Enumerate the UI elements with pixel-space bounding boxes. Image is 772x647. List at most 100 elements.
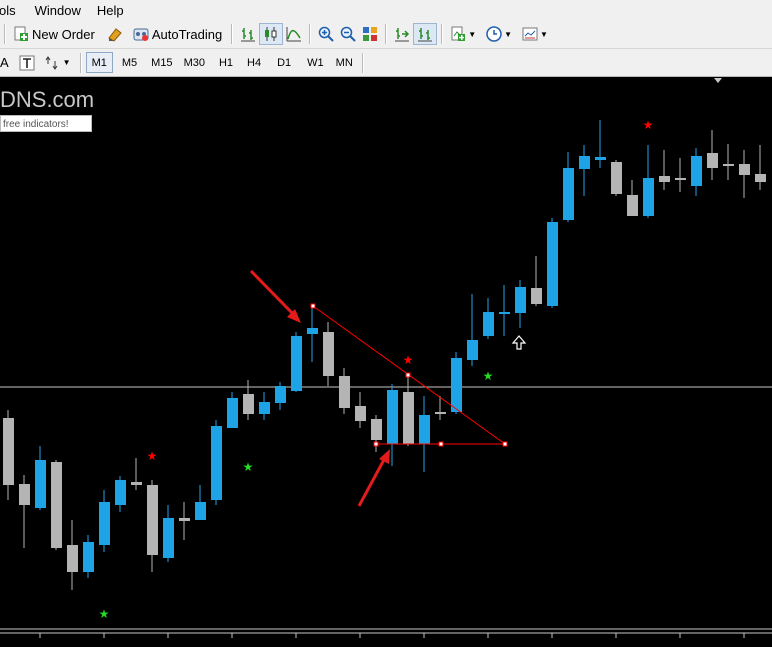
indicators-button[interactable]: ▼ bbox=[447, 23, 479, 45]
tile-windows-button[interactable] bbox=[359, 23, 381, 45]
zoom-out-icon bbox=[340, 26, 356, 42]
line-studies-toolbar: A ▼ M1 M5 M15 M30 H1 H4 D1 W1 MN bbox=[0, 49, 772, 77]
templates-button[interactable]: ▼ bbox=[519, 23, 551, 45]
bull-candle bbox=[483, 312, 494, 336]
bear-candle bbox=[707, 153, 718, 168]
chart-shift-marker[interactable] bbox=[714, 78, 722, 83]
chevron-down-icon: ▼ bbox=[468, 29, 477, 39]
bull-candle bbox=[595, 157, 606, 160]
timeframe-mn[interactable]: MN bbox=[331, 52, 358, 73]
bear-candle bbox=[659, 176, 670, 182]
toolbar-separator bbox=[4, 24, 6, 44]
toolbar-separator bbox=[79, 52, 82, 73]
timeframe-w1[interactable]: W1 bbox=[302, 52, 329, 73]
chevron-down-icon: ▼ bbox=[504, 29, 513, 39]
bull-candle bbox=[291, 336, 302, 391]
menu-tools[interactable]: ols bbox=[0, 3, 27, 18]
main-toolbar: New Order AutoTrading ▼ ▼ ▼ bbox=[0, 20, 772, 49]
bull-candle bbox=[115, 480, 126, 505]
red-star-icon: ★ bbox=[643, 118, 654, 132]
bar-chart-icon bbox=[240, 26, 256, 42]
bull-candle bbox=[99, 502, 110, 545]
menu-window[interactable]: Window bbox=[35, 3, 92, 18]
timeframe-h1[interactable]: H1 bbox=[214, 52, 238, 73]
toolbar-separator bbox=[441, 24, 444, 44]
chevron-down-icon: ▼ bbox=[540, 29, 548, 39]
text-tool-icon bbox=[19, 55, 35, 71]
bear-candle bbox=[739, 164, 750, 175]
autotrading-button[interactable]: AutoTrading bbox=[130, 23, 225, 45]
new-order-button[interactable]: New Order bbox=[10, 23, 98, 45]
bar-chart-button[interactable] bbox=[237, 23, 259, 45]
auto-scroll-icon bbox=[417, 26, 433, 42]
time-axis-ticks bbox=[39, 633, 745, 638]
timeframe-m15[interactable]: M15 bbox=[146, 52, 177, 73]
bull-candle bbox=[547, 222, 558, 306]
arrows-tool-button[interactable]: ▼ bbox=[42, 52, 74, 74]
toolbar-separator bbox=[309, 24, 312, 44]
bear-candle bbox=[723, 164, 734, 166]
arrows-icon bbox=[45, 55, 61, 71]
timeframe-m5[interactable]: M5 bbox=[117, 52, 142, 73]
timeframe-h4[interactable]: H4 bbox=[242, 52, 266, 73]
chart-window[interactable]: ★ ★ ★ ★ ★ ★ DNS.com free indicators! bbox=[0, 77, 772, 647]
template-icon bbox=[522, 26, 538, 42]
metaeditor-button[interactable] bbox=[104, 23, 126, 45]
candlestick-icon bbox=[263, 26, 279, 42]
zoom-in-button[interactable] bbox=[315, 23, 337, 45]
bull-candle bbox=[691, 156, 702, 186]
text-tool-button[interactable] bbox=[16, 52, 38, 74]
menu-help[interactable]: Help bbox=[97, 3, 135, 18]
timeframe-d1[interactable]: D1 bbox=[272, 52, 296, 73]
bull-candle bbox=[227, 398, 238, 428]
add-indicator-icon bbox=[450, 26, 466, 42]
bear-candle bbox=[179, 518, 190, 521]
zoom-in-icon bbox=[318, 26, 334, 42]
red-star-icon: ★ bbox=[147, 449, 158, 463]
bull-candle bbox=[211, 426, 222, 500]
promo-label[interactable]: free indicators! bbox=[0, 115, 92, 132]
red-arrow-up-icon bbox=[357, 449, 390, 507]
text-label-button[interactable]: A bbox=[0, 52, 12, 74]
green-star-icon: ★ bbox=[483, 369, 494, 383]
autotrading-icon bbox=[133, 26, 149, 42]
bear-candle bbox=[403, 392, 414, 444]
bull-candle bbox=[275, 386, 286, 403]
zoom-out-button[interactable] bbox=[337, 23, 359, 45]
toolbar-separator bbox=[231, 24, 234, 44]
bear-candle bbox=[339, 376, 350, 408]
bear-candle bbox=[755, 174, 766, 182]
line-chart-button[interactable] bbox=[283, 23, 305, 45]
bear-candle bbox=[371, 419, 382, 440]
text-label-glyph: A bbox=[0, 55, 9, 70]
new-order-icon bbox=[13, 26, 29, 42]
bull-candle bbox=[515, 287, 526, 313]
bear-candle bbox=[323, 332, 334, 376]
bear-candle bbox=[19, 484, 30, 505]
bear-candle bbox=[531, 288, 542, 304]
bear-candle bbox=[611, 162, 622, 194]
auto-scroll-button[interactable] bbox=[413, 23, 438, 45]
chart-shift-button[interactable] bbox=[391, 23, 413, 45]
timeframe-m30[interactable]: M30 bbox=[179, 52, 210, 73]
bull-candle bbox=[35, 460, 46, 508]
line-chart-icon bbox=[286, 26, 302, 42]
bull-candle bbox=[451, 358, 462, 412]
bear-candle bbox=[627, 195, 638, 216]
timeframe-m1[interactable]: M1 bbox=[85, 52, 113, 73]
bear-candle bbox=[675, 178, 686, 180]
bear-candle bbox=[131, 482, 142, 485]
periods-button[interactable]: ▼ bbox=[483, 23, 515, 45]
chevron-down-icon: ▼ bbox=[62, 58, 71, 67]
candlestick-chart-button[interactable] bbox=[259, 23, 284, 45]
bull-candle bbox=[259, 402, 270, 414]
menu-bar: ols Window Help bbox=[0, 0, 772, 20]
price-chart[interactable]: ★ ★ ★ ★ ★ ★ bbox=[0, 77, 772, 647]
new-order-label: New Order bbox=[32, 26, 95, 42]
green-star-icon: ★ bbox=[243, 460, 254, 474]
autotrading-label: AutoTrading bbox=[151, 26, 223, 42]
bull-candle bbox=[195, 502, 206, 520]
bear-candle bbox=[51, 462, 62, 548]
bear-candle bbox=[243, 394, 254, 414]
bull-candle bbox=[643, 178, 654, 216]
